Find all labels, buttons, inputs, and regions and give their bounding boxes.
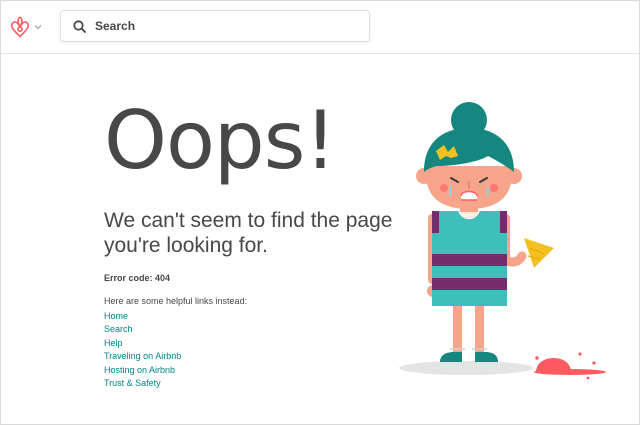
error-code: Error code: 404 [104,273,171,283]
list-item: Hosting on Airbnb [104,364,181,377]
link-search[interactable]: Search [104,324,133,334]
search-input[interactable] [95,19,345,33]
helpful-links-intro: Here are some helpful links instead: [104,296,248,306]
helpful-links-list: Home Search Help Traveling on Airbnb Hos… [104,310,181,390]
link-help[interactable]: Help [104,338,123,348]
page-title: Oops! [104,94,336,187]
link-hosting[interactable]: Hosting on Airbnb [104,365,175,375]
search-icon [73,19,86,33]
error-message: We can't seem to find the page you're lo… [104,209,393,257]
logo-menu[interactable] [10,16,42,38]
sad-girl-illustration [396,96,616,391]
list-item: Trust & Safety [104,377,181,390]
top-header [1,1,639,54]
list-item: Traveling on Airbnb [104,350,181,363]
list-item: Home [104,310,181,323]
search-bar[interactable] [60,10,370,42]
browser-viewport: Oops! We can't seem to find the page you… [0,0,640,425]
link-traveling[interactable]: Traveling on Airbnb [104,351,181,361]
link-home[interactable]: Home [104,311,128,321]
list-item: Search [104,323,181,336]
list-item: Help [104,337,181,350]
chevron-down-icon[interactable] [34,24,42,30]
link-trust-safety[interactable]: Trust & Safety [104,378,161,388]
airbnb-logo-icon[interactable] [10,16,30,38]
